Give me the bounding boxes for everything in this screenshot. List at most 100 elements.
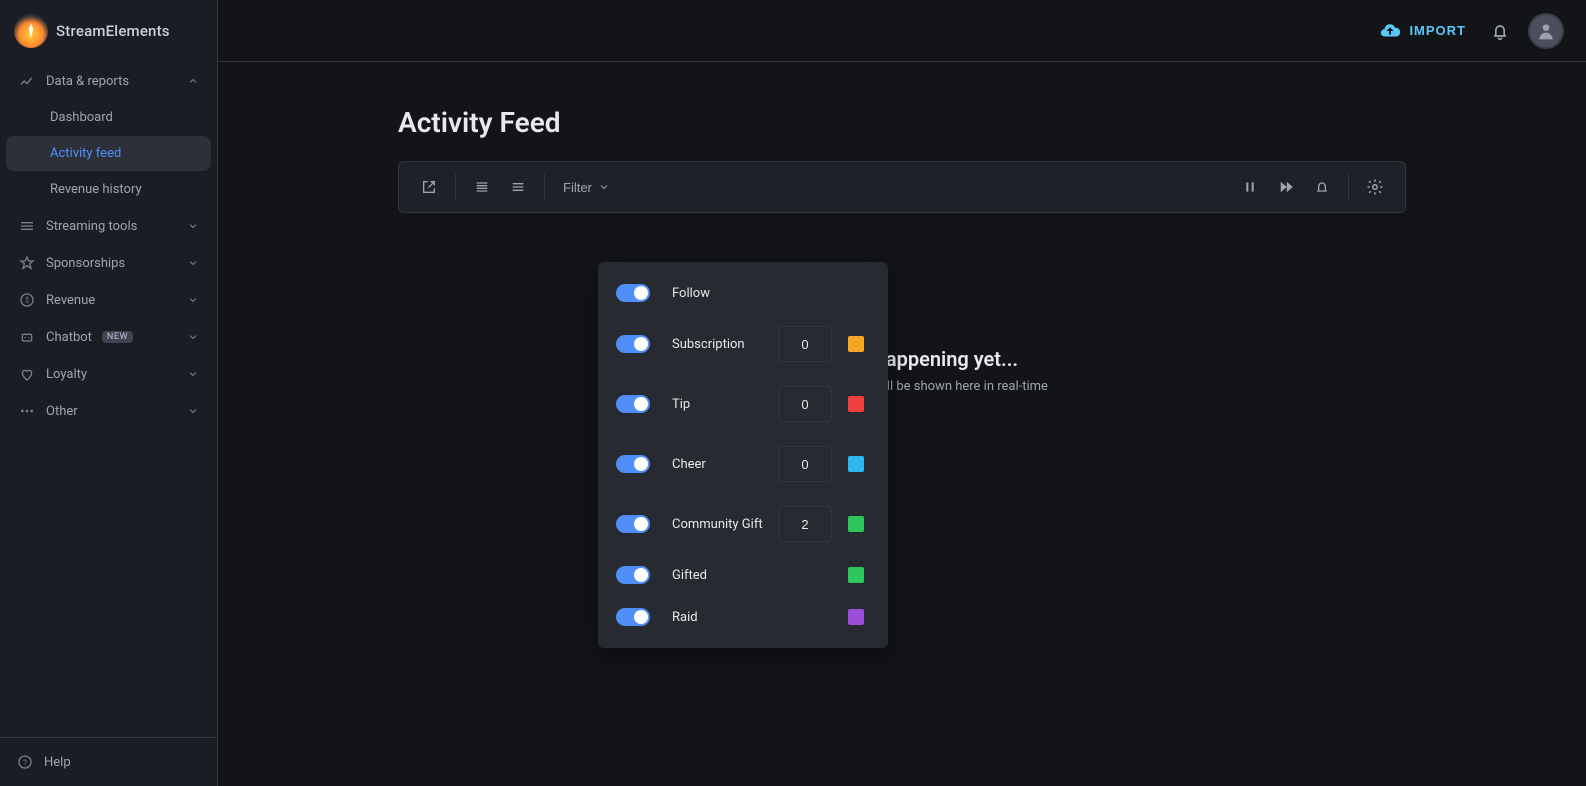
filter-label: Community Gift (672, 517, 768, 532)
svg-text:$: $ (25, 296, 29, 305)
skip-button[interactable] (1268, 170, 1304, 204)
sidebar-section-loyalty[interactable]: Loyalty (6, 356, 211, 392)
popout-button[interactable] (411, 170, 447, 204)
color-swatch[interactable] (848, 285, 864, 301)
separator (455, 174, 456, 200)
filter-row-raid: Raid (598, 596, 888, 638)
notifications-button[interactable] (1490, 21, 1510, 41)
toggle-cheer[interactable] (616, 455, 650, 473)
section-label: Revenue (46, 293, 95, 308)
filter-label: Filter (563, 180, 592, 195)
sidebar-item-revenue-history[interactable]: Revenue history (6, 172, 211, 207)
main-region: IMPORT Activity Feed (218, 0, 1586, 786)
sidebar-section-revenue[interactable]: $ Revenue (6, 282, 211, 318)
threshold-subscription[interactable] (778, 326, 832, 362)
chevron-down-icon (187, 331, 199, 343)
filter-label: Tip (672, 397, 768, 412)
dots-icon (18, 403, 36, 419)
skip-icon (1277, 178, 1295, 196)
threshold-cheer[interactable] (778, 446, 832, 482)
bell-icon (1490, 21, 1510, 41)
topbar: IMPORT (218, 0, 1586, 62)
section-label: Other (46, 404, 78, 419)
chevron-down-icon (187, 405, 199, 417)
toggle-follow[interactable] (616, 284, 650, 302)
chevron-down-icon (187, 294, 199, 306)
list-dense-icon (474, 179, 490, 195)
filter-label: Follow (672, 286, 768, 301)
brand-name: StreamElements (56, 22, 170, 40)
filter-row-gifted: Gifted (598, 554, 888, 596)
user-avatar[interactable] (1528, 13, 1564, 49)
dollar-icon: $ (18, 292, 36, 308)
toggle-subscription[interactable] (616, 335, 650, 353)
chevron-down-icon (598, 181, 610, 193)
sidebar-section-streaming-tools[interactable]: Streaming tools (6, 208, 211, 244)
sidebar-section-data-reports[interactable]: Data & reports (6, 63, 211, 99)
sidebar-item-dashboard[interactable]: Dashboard (6, 100, 211, 135)
list-normal-button[interactable] (500, 170, 536, 204)
brand-logo[interactable]: StreamElements (0, 0, 217, 62)
color-swatch[interactable] (848, 396, 864, 412)
user-icon (1536, 21, 1556, 41)
threshold-tip[interactable] (778, 386, 832, 422)
item-label: Revenue history (50, 182, 142, 197)
toggle-raid[interactable] (616, 608, 650, 626)
cloud-upload-icon (1379, 20, 1401, 42)
sidebar-section-other[interactable]: Other (6, 393, 211, 429)
separator (544, 174, 545, 200)
list-dense-button[interactable] (464, 170, 500, 204)
gear-icon (1366, 178, 1384, 196)
external-link-icon (421, 179, 437, 195)
item-label: Activity feed (50, 146, 121, 161)
panel-toolbar: Filter (399, 162, 1405, 212)
color-swatch[interactable] (848, 336, 864, 352)
color-swatch[interactable] (848, 609, 864, 625)
sidebar-help[interactable]: ? Help (0, 737, 217, 786)
heart-hand-icon (18, 366, 36, 382)
chevron-down-icon (187, 220, 199, 232)
robot-icon (18, 329, 36, 345)
color-swatch[interactable] (848, 516, 864, 532)
sidebar-item-activity-feed[interactable]: Activity feed (6, 136, 211, 171)
filter-row-follow: Follow (598, 272, 888, 314)
pause-icon (1242, 179, 1258, 195)
help-label: Help (44, 755, 71, 770)
logo-mark-icon (14, 14, 48, 48)
content: Activity Feed Filter (218, 62, 1586, 786)
filter-popover: Follow Subscription Tip (598, 262, 888, 648)
chevron-up-icon (187, 75, 199, 87)
import-label: IMPORT (1409, 23, 1466, 38)
import-button[interactable]: IMPORT (1373, 19, 1472, 43)
filter-row-subscription: Subscription (598, 314, 888, 374)
section-label: Streaming tools (46, 219, 137, 234)
chevron-down-icon (187, 368, 199, 380)
color-swatch[interactable] (848, 456, 864, 472)
threshold-community-gift[interactable] (778, 506, 832, 542)
activity-panel: Filter (398, 161, 1406, 213)
color-swatch[interactable] (848, 567, 864, 583)
settings-button[interactable] (1357, 170, 1393, 204)
section-label: Chatbot (46, 330, 92, 345)
toggle-community-gift[interactable] (616, 515, 650, 533)
page-title: Activity Feed (398, 106, 1406, 139)
filter-label: Raid (672, 610, 768, 625)
section-label: Loyalty (46, 367, 87, 382)
chart-line-icon (18, 73, 36, 89)
toggle-gifted[interactable] (616, 566, 650, 584)
filter-button[interactable]: Filter (553, 174, 620, 201)
svg-text:?: ? (23, 758, 27, 767)
section-label: Sponsorships (46, 256, 125, 271)
sidebar-section-sponsorships[interactable]: Sponsorships (6, 245, 211, 281)
section-label: Data & reports (46, 74, 129, 89)
sidebar-section-chatbot[interactable]: Chatbot NEW (6, 319, 211, 355)
pause-button[interactable] (1232, 170, 1268, 204)
layers-icon (18, 218, 36, 234)
star-icon (18, 255, 36, 271)
sidebar-nav: Data & reports Dashboard Activity feed R… (0, 62, 217, 737)
filter-row-cheer: Cheer (598, 434, 888, 494)
toggle-tip[interactable] (616, 395, 650, 413)
mute-button[interactable] (1304, 170, 1340, 204)
filter-row-community-gift: Community Gift (598, 494, 888, 554)
filter-row-tip: Tip (598, 374, 888, 434)
